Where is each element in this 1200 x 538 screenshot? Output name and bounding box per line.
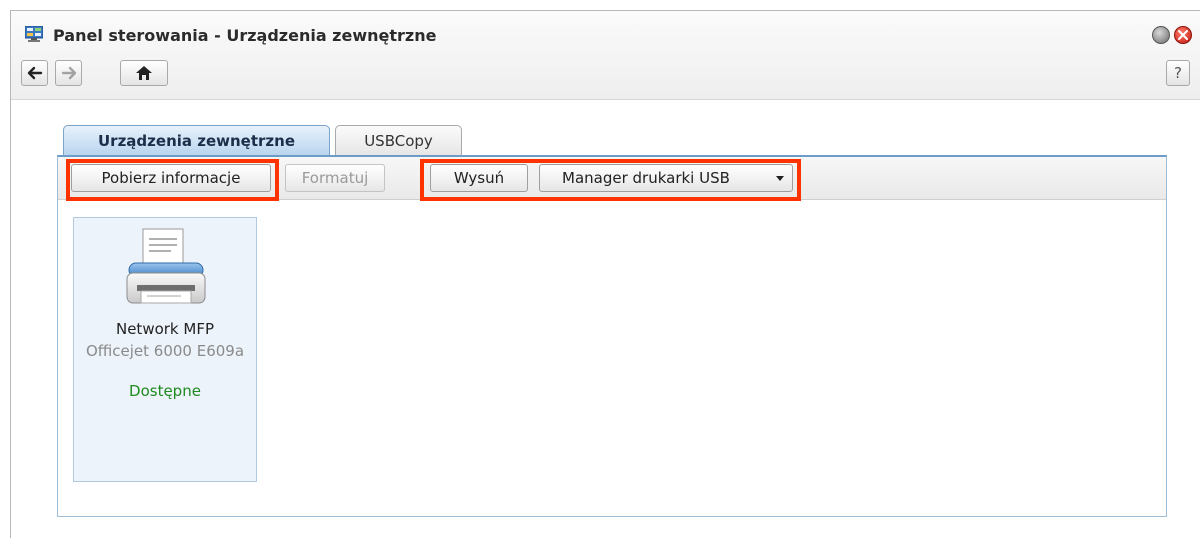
help-button[interactable]: ? xyxy=(1166,60,1190,86)
highlight-box-get-info xyxy=(66,159,279,201)
home-button[interactable] xyxy=(120,60,168,86)
device-model: Officejet 6000 E609a xyxy=(85,342,245,360)
forward-button[interactable] xyxy=(55,60,82,86)
title-bar: Panel sterowania - Urządzenia zewnętrzne… xyxy=(11,11,1200,100)
back-button[interactable] xyxy=(21,60,48,86)
tab-usbcopy[interactable]: USBCopy xyxy=(335,125,462,155)
arrow-left-icon xyxy=(27,66,42,80)
close-button[interactable] xyxy=(1174,26,1192,44)
device-name: Network MFP xyxy=(115,320,214,338)
control-panel-icon xyxy=(24,25,44,42)
control-panel-window: Panel sterowania - Urządzenia zewnętrzne… xyxy=(10,10,1200,538)
minimize-button[interactable] xyxy=(1152,26,1170,44)
format-button[interactable]: Formatuj xyxy=(285,164,385,192)
device-card[interactable]: Network MFP Officejet 6000 E609a Dostępn… xyxy=(73,217,257,482)
toolbar: Pobierz informacje Formatuj Wysuń Manage… xyxy=(58,157,1166,201)
external-devices-panel: Pobierz informacje Formatuj Wysuń Manage… xyxy=(57,155,1167,517)
printer-icon xyxy=(121,225,211,315)
highlight-box-eject-manager xyxy=(420,159,801,201)
device-status: Dostępne xyxy=(129,382,201,400)
window-title: Panel sterowania - Urządzenia zewnętrzne xyxy=(53,26,437,45)
close-icon xyxy=(1178,30,1188,40)
tab-external-devices[interactable]: Urządzenia zewnętrzne xyxy=(63,125,330,155)
home-icon xyxy=(136,66,152,80)
arrow-right-icon xyxy=(61,66,76,80)
